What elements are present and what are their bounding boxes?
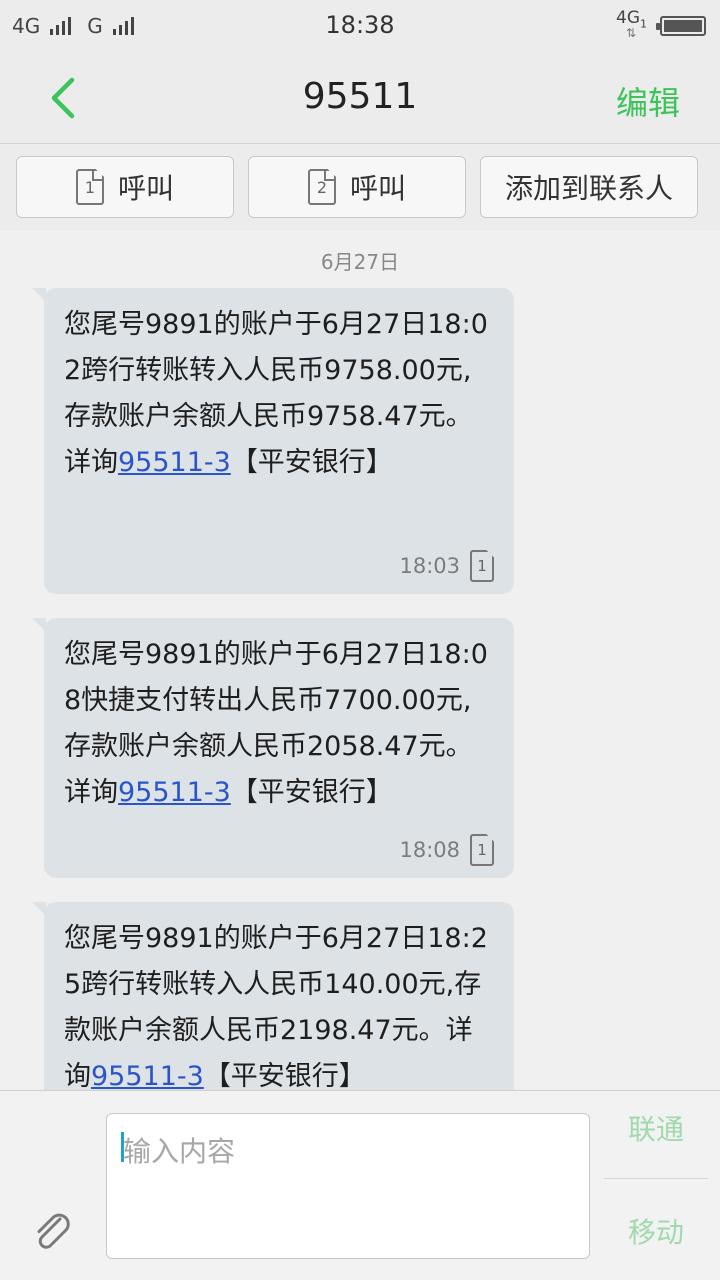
- message-meta: 18:08 1: [399, 834, 494, 866]
- phone-link[interactable]: 95511-3: [91, 1061, 204, 1090]
- send-sim2-button[interactable]: 移动: [604, 1211, 708, 1251]
- date-separator: 6月27日: [320, 250, 400, 274]
- status-bar: 4G G 18:38 4G1 ⇅: [0, 0, 720, 52]
- clock: 18:38: [325, 11, 395, 39]
- add-contact-label: 添加到联系人: [504, 172, 673, 205]
- call-sim1-button[interactable]: 1 呼叫: [16, 156, 234, 218]
- sim-card-icon: 2: [307, 169, 336, 205]
- sim-card-icon: 1: [470, 834, 494, 866]
- composer-bar: 输入内容 联通 移动: [0, 1090, 720, 1280]
- message-meta: 18:03 1: [399, 550, 494, 582]
- message-list[interactable]: 6月27日 您尾号9891的账户于6月27日18:02跨行转账转入人民币9758…: [0, 230, 720, 1090]
- message-bubble[interactable]: 您尾号9891的账户于6月27日18:25跨行转账转入人民币140.00元,存款…: [32, 902, 514, 1090]
- input-placeholder: 输入内容: [123, 1135, 236, 1168]
- message-text: 您尾号9891的账户于6月27日18:08快捷支付转出人民币7700.00元,存…: [64, 639, 488, 808]
- call-label: 呼叫: [117, 172, 174, 205]
- contact-title: 95511: [302, 76, 418, 117]
- call-label: 呼叫: [349, 172, 406, 205]
- message-time: 18:08: [399, 838, 460, 862]
- message-text: 您尾号9891的账户于6月27日18:25跨行转账转入人民币140.00元,存款…: [64, 923, 488, 1090]
- message-text: 您尾号9891的账户于6月27日18:02跨行转账转入人民币9758.00元,存…: [64, 309, 488, 478]
- message-bubble[interactable]: 您尾号9891的账户于6月27日18:08快捷支付转出人民币7700.00元,存…: [32, 618, 514, 878]
- sim-card-icon: 1: [470, 550, 494, 582]
- battery-icon: [656, 16, 706, 36]
- phone-link[interactable]: 95511-3: [118, 777, 231, 808]
- conversation-header: 95511 编辑: [0, 52, 720, 144]
- edit-button[interactable]: 编辑: [616, 78, 680, 124]
- phone-link[interactable]: 95511-3: [118, 447, 231, 478]
- sim-card-icon: 1: [75, 169, 104, 205]
- paperclip-icon: [37, 1213, 70, 1249]
- call-sim2-button[interactable]: 2 呼叫: [248, 156, 466, 218]
- send-sim1-button[interactable]: 联通: [604, 1111, 708, 1179]
- message-bubble[interactable]: 您尾号9891的账户于6月27日18:02跨行转账转入人民币9758.00元,存…: [32, 288, 514, 594]
- data-network-icon: 4G1 ⇅: [616, 8, 647, 40]
- attach-button[interactable]: [30, 1209, 76, 1255]
- message-time: 18:03: [399, 554, 460, 578]
- add-to-contacts-button[interactable]: 添加到联系人: [480, 156, 698, 218]
- message-input[interactable]: 输入内容: [106, 1113, 590, 1259]
- action-bar: 1 呼叫 2 呼叫 添加到联系人: [0, 145, 720, 230]
- status-right: 4G1 ⇅: [616, 8, 706, 42]
